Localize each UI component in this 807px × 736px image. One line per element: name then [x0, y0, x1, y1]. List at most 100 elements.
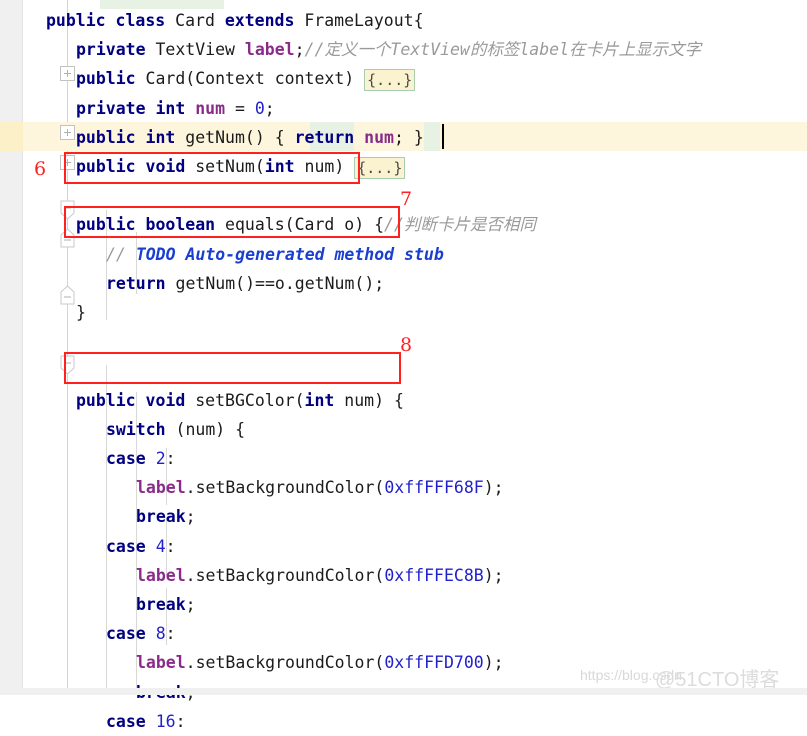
editor-bottom-bar [0, 688, 807, 695]
code-line-text: break; [136, 502, 196, 531]
code-token: ); [483, 565, 504, 585]
folded-block-chip[interactable]: {...} [354, 156, 406, 179]
code-keyword: public [46, 11, 106, 30]
code-comment: //定义一个TextView的标签label在卡片上显示文字 [304, 40, 702, 60]
code-token: getNum [185, 127, 245, 147]
code-line-text: switch (num) { [106, 415, 245, 444]
code-keyword: public [76, 390, 136, 410]
code-token: ( [374, 565, 385, 585]
code-literal: 4 [155, 536, 166, 556]
code-keyword: int [304, 390, 335, 410]
code-line-text: case 16: [106, 707, 186, 736]
code-keyword: int [155, 98, 186, 118]
code-line-text: label.setBackgroundColor(0xffFFD700); [136, 648, 504, 677]
code-token: FrameLayout [304, 11, 414, 30]
code-line-text: label.setBackgroundColor(0xffFFF68F); [136, 473, 504, 502]
code-token: . [284, 273, 295, 293]
code-token: ()== [235, 273, 275, 293]
code-token: ( [165, 419, 186, 439]
code-keyword: int [264, 157, 295, 176]
code-token: : [165, 624, 176, 644]
code-token: context [274, 69, 345, 89]
annotation-number-7: 7 [400, 188, 413, 210]
code-line-text: return getNum()==o.getNum(); [106, 269, 384, 298]
code-field: label [244, 40, 295, 60]
code-keyword: public [76, 157, 136, 176]
code-token: ) { [354, 215, 385, 235]
code-token: o [344, 215, 355, 235]
code-keyword: break [136, 507, 186, 527]
code-token: num [185, 419, 216, 439]
code-token: ) [344, 69, 365, 89]
code-keyword: public [76, 215, 136, 235]
code-keyword: void [145, 157, 186, 176]
code-literal: 0xffFFD700 [384, 653, 484, 673]
code-literal: 2 [155, 449, 166, 468]
code-token: ) { [374, 390, 404, 410]
code-token: ( [374, 653, 385, 673]
code-line-text: case 4: [106, 532, 176, 561]
code-line-text: // TODO Auto-generated method stub [106, 240, 444, 269]
code-keyword: boolean [145, 215, 216, 235]
code-token: num [304, 157, 335, 176]
folded-block-chip[interactable]: {...} [364, 68, 416, 91]
code-comment: TODO Auto-generated method stub [135, 244, 444, 264]
code-keyword: class [115, 11, 166, 30]
code-keyword: public [76, 69, 136, 89]
code-keyword: return [106, 273, 166, 293]
code-line-text: private TextView label;//定义一个TextView的标签… [76, 35, 701, 64]
code-token: setNum [195, 157, 255, 176]
code-token: ( [185, 69, 196, 89]
code-token: ) [334, 157, 355, 176]
code-token: Card [294, 215, 335, 235]
code-line-text: public boolean equals(Card o) {//判断卡片是否相… [76, 210, 536, 239]
code-keyword: private [76, 40, 146, 60]
code-line-text: case 8: [106, 619, 176, 648]
code-token: ; [294, 40, 305, 60]
code-field: num [364, 127, 394, 147]
code-token: ( [254, 157, 265, 176]
code-keyword: public [76, 127, 136, 147]
code-keyword: case [106, 449, 146, 468]
code-token: } [76, 303, 86, 322]
code-keyword: case [106, 711, 146, 731]
code-line-text: public void setBGColor(int num) { [76, 386, 404, 415]
code-keyword: switch [106, 419, 166, 439]
code-token: equals [225, 215, 285, 235]
code-field: label [136, 565, 186, 585]
code-keyword: break [136, 595, 186, 614]
code-token: . [185, 653, 196, 673]
code-literal: 0 [254, 98, 265, 118]
code-token: : [165, 449, 176, 468]
code-line-text: public void setNum(int num) {...} [76, 152, 406, 181]
code-comment: //判断卡片是否相同 [384, 215, 536, 235]
code-token: Card [175, 11, 215, 30]
code-token: { [274, 127, 295, 147]
code-keyword: case [106, 624, 146, 644]
code-token: } [413, 127, 424, 147]
code-field: label [136, 653, 186, 673]
code-token: ( [284, 215, 295, 235]
code-keyword: return [294, 127, 355, 147]
code-editor[interactable]: public class Card extends FrameLayout { pr… [0, 0, 807, 731]
code-keyword: extends [224, 11, 295, 30]
code-token: TextView [155, 40, 235, 60]
code-line-text: case 2: [106, 444, 176, 473]
